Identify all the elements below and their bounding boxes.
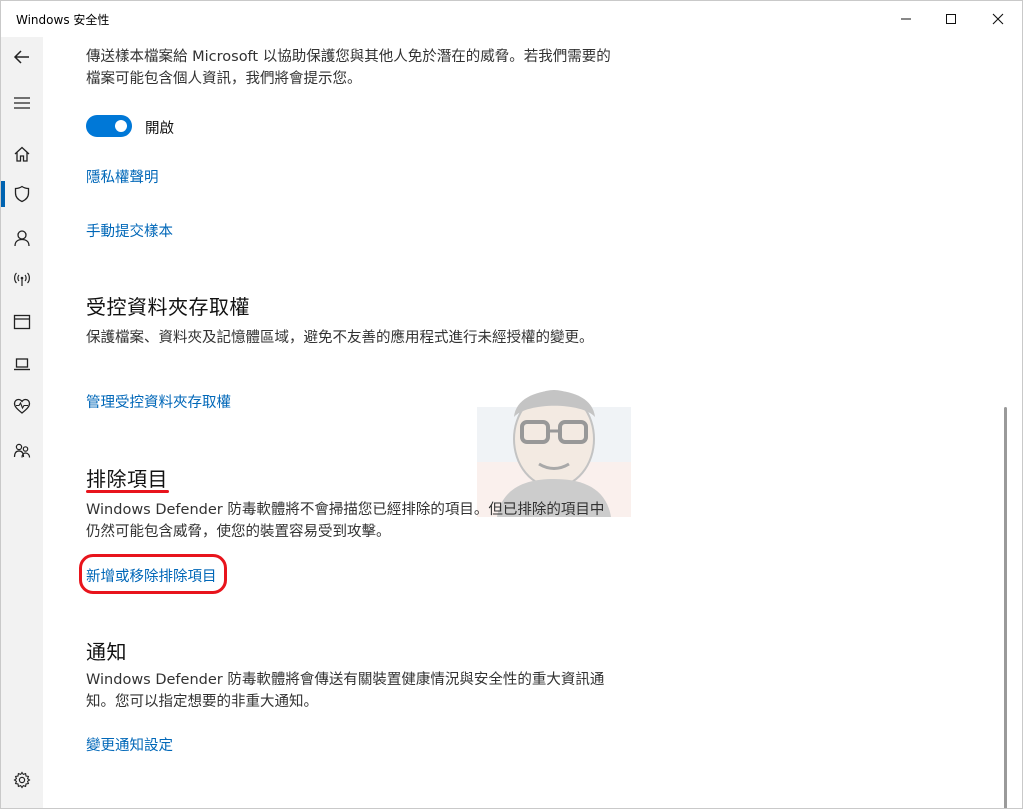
nav-rail [1, 37, 43, 808]
watermark-image [477, 390, 631, 517]
maximize-button[interactable] [928, 1, 974, 37]
app-window: Windows 安全性 傳送樣本檔案給 Microsoft 以協助保護您與其他人… [0, 0, 1023, 809]
maximize-icon [946, 14, 956, 24]
controlled-folder-heading: 受控資料夾存取權 [86, 295, 250, 319]
toggle-state-label: 開啟 [145, 121, 174, 137]
sample-submission-description: 傳送樣本檔案給 Microsoft 以協助保護您與其他人免於潛在的威脅。若我們需… [86, 49, 611, 87]
main-content: 傳送樣本檔案給 Microsoft 以協助保護您與其他人免於潛在的威脅。若我們需… [43, 37, 1009, 808]
minimize-button[interactable] [883, 1, 929, 37]
sample-submission-toggle[interactable] [86, 115, 132, 137]
manage-controlled-folder-link[interactable]: 管理受控資料夾存取權 [86, 391, 231, 412]
device-laptop-icon [14, 358, 30, 371]
account-icon [14, 230, 30, 247]
notifications-description: Windows Defender 防毒軟體將會傳送有關裝置健康情況與安全性的重大… [86, 672, 605, 710]
privacy-statement-link[interactable]: 隱私權聲明 [86, 166, 159, 187]
close-button[interactable] [975, 1, 1021, 37]
vertical-scrollbar[interactable] [1004, 407, 1007, 808]
nav-account-protection[interactable] [1, 218, 43, 258]
nav-virus-protection[interactable] [1, 174, 43, 214]
exclusions-description: Windows Defender 防毒軟體將不會掃描您已經排除的項目。但已排除的… [86, 502, 605, 540]
nav-device-security[interactable] [1, 344, 43, 384]
settings-gear-icon [13, 771, 31, 789]
exclusions-heading: 排除項目 [86, 467, 168, 491]
app-browser-icon [13, 314, 31, 330]
nav-device-health[interactable] [1, 386, 43, 426]
home-icon [14, 146, 30, 162]
shield-icon [14, 185, 30, 203]
network-antenna-icon [14, 272, 30, 286]
minimize-icon [901, 18, 911, 20]
controlled-folder-description: 保護檔案、資料夾及記憶體區域，避免不友善的應用程式進行未經授權的變更。 [86, 330, 594, 346]
nav-family-options[interactable] [1, 431, 43, 471]
hamburger-menu-button[interactable] [1, 83, 43, 123]
toggle-knob [115, 120, 127, 132]
nav-settings[interactable] [1, 760, 43, 800]
notifications-heading: 通知 [86, 640, 127, 664]
change-notification-settings-link[interactable]: 變更通知設定 [86, 734, 173, 755]
health-heart-icon [13, 398, 31, 414]
title-bar: Windows 安全性 [1, 1, 1022, 37]
hamburger-menu-icon [14, 97, 30, 109]
link-highlight-circle [79, 554, 227, 594]
nav-app-browser-control[interactable] [1, 302, 43, 342]
back-arrow-icon [13, 50, 29, 64]
nav-home[interactable] [1, 134, 43, 174]
family-icon [13, 443, 31, 458]
close-icon [992, 13, 1004, 25]
manual-submit-sample-link[interactable]: 手動提交樣本 [86, 220, 173, 241]
window-title: Windows 安全性 [16, 13, 110, 27]
back-button[interactable] [1, 37, 43, 77]
heading-highlight-underline [86, 490, 169, 493]
nav-firewall-network[interactable] [1, 259, 43, 299]
